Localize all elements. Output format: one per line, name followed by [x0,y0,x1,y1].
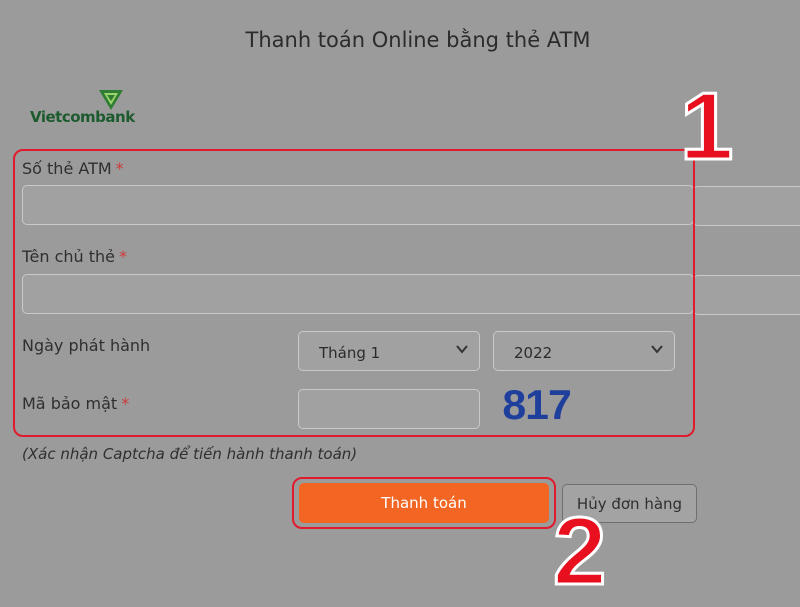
bank-logo: Vietcombank [28,88,138,130]
captcha-note: (Xác nhận Captcha để tiến hành thanh toá… [22,445,358,463]
bank-logo-text: Vietcombank [30,108,135,126]
right-panel-edge [693,186,800,226]
page-title: Thanh toán Online bằng thẻ ATM [245,28,591,52]
step-1-annotation: 1 [678,72,734,182]
pay-button[interactable]: Thanh toán [299,483,549,523]
right-panel-edge-2 [693,275,800,315]
highlight-box-form [13,149,695,437]
step-2-annotation: 2 [551,497,607,607]
